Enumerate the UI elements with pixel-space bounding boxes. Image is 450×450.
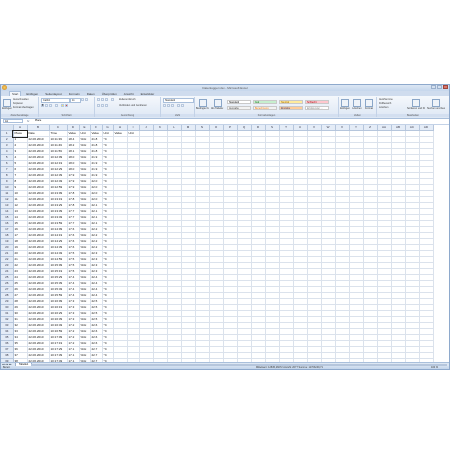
conditional-formatting-label: Bedingte Formatierung [196, 107, 209, 110]
cell-table: A B C D E F G H I J K L M N O P Q R S T U V W X Y Z AA AB AC AD 1 Plac… [1, 125, 434, 362]
conditional-formatting-button[interactable]: Bedingte Formatierung [196, 99, 209, 111]
autosum-button[interactable]: AutoSumme [379, 98, 393, 101]
font-size-select[interactable]: 11 [70, 98, 81, 103]
clipboard-group: Einfügen Ausschneiden Kopieren Format üb… [1, 97, 39, 117]
align-top-icon[interactable] [97, 98, 100, 101]
cells-group: Einfügen Löschen Format Zellen [339, 97, 377, 117]
sort-filter-button[interactable]: Sortieren und Filtern [407, 99, 425, 111]
format-as-table-label: Als Tabelle formatieren [211, 107, 224, 110]
font-group: Calibri 11 F Schriftart [39, 97, 95, 117]
find-select-button[interactable]: Suchen und Auswählen [427, 99, 445, 111]
name-box[interactable]: A1 [3, 119, 23, 123]
merge-center-button[interactable]: Verbinden und zentrieren [119, 104, 147, 107]
format-as-table-icon [213, 99, 222, 107]
format-painter-button[interactable]: Format übertragen [13, 106, 34, 109]
font-name-select[interactable]: Calibri [41, 98, 70, 103]
orientation-icon[interactable] [111, 98, 114, 101]
align-left-icon[interactable] [97, 104, 100, 107]
worksheet-grid[interactable]: A B C D E F G H I J K L M N O P Q R S T U V W X Y Z AA AB AC AD 1 Plac… [1, 125, 449, 362]
increase-decimal-icon[interactable] [177, 104, 180, 107]
align-middle-icon[interactable] [101, 98, 104, 101]
paste-label: Einfügen [2, 107, 12, 110]
clipboard-group-label: Zwischenablage [1, 114, 38, 117]
format-cells-icon [365, 99, 373, 107]
format-cells-label: Format [365, 107, 373, 110]
ribbon: Einfügen Ausschneiden Kopieren Format üb… [1, 96, 449, 119]
window-controls [431, 85, 448, 89]
cell-style-swatch[interactable]: Neutral [279, 100, 303, 104]
delete-cells-button[interactable]: Löschen [352, 99, 362, 111]
editing-group: AutoSumme Füllbereich Löschen Sortieren … [377, 97, 449, 117]
alignment-group-label: Ausrichtung [95, 114, 160, 117]
status-ready: Bereit [3, 366, 10, 369]
percent-icon[interactable] [167, 104, 170, 107]
decrease-decimal-icon[interactable] [181, 104, 184, 107]
delete-cells-label: Löschen [352, 107, 362, 110]
minimize-icon[interactable] [431, 85, 436, 89]
font-color-icon[interactable] [65, 104, 68, 107]
sort-filter-icon [412, 99, 420, 107]
excel-window: Datenlogger.xlsx - Microsoft Excel Start… [0, 84, 450, 370]
sort-filter-label: Sortieren und Filtern [407, 107, 425, 110]
cell-style-swatch[interactable]: Berechnung [253, 106, 277, 110]
close-icon[interactable] [443, 85, 448, 89]
title-bar: Datenlogger.xlsx - Microsoft Excel [1, 85, 449, 91]
underline-icon[interactable] [49, 104, 52, 107]
format-as-table-button[interactable]: Als Tabelle formatieren [211, 99, 224, 111]
cell-style-swatch[interactable]: Gut [253, 100, 277, 104]
wrap-text-button[interactable]: Zeilenumbruch [119, 98, 136, 101]
delete-cells-icon [353, 99, 361, 107]
paste-icon [3, 99, 11, 107]
fx-icon[interactable]: fx [27, 119, 29, 124]
fill-button[interactable]: Füllbereich [379, 102, 391, 105]
number-group-label: Zahl [161, 114, 194, 117]
font-group-label: Schriftart [39, 114, 94, 117]
status-summary: Mittelwert: 12845,28272 Anzahl: 2077 Sum… [256, 366, 323, 369]
fill-color-icon[interactable] [61, 104, 64, 107]
borders-icon[interactable] [55, 104, 58, 107]
thousands-icon[interactable] [171, 104, 174, 107]
cell-style-swatch[interactable]: Erklärender ... [305, 106, 329, 110]
number-group: Standard Zahl [161, 97, 195, 117]
align-bottom-icon[interactable] [105, 98, 108, 101]
cell-style-swatch[interactable]: Standard [227, 100, 251, 104]
cell-style-swatch[interactable]: Ausgabe [227, 106, 251, 110]
styles-group: Bedingte Formatierung Als Tabelle format… [195, 97, 339, 117]
currency-icon[interactable] [163, 104, 166, 107]
zoom-level[interactable]: 100 % [431, 366, 438, 369]
number-format-select[interactable]: Standard [163, 98, 194, 103]
bold-icon[interactable]: F [41, 104, 44, 107]
status-bar: Bereit Mittelwert: 12845,28272 Anzahl: 2… [1, 366, 449, 369]
cut-button[interactable]: Ausschneiden [13, 98, 29, 101]
cell-style-swatch[interactable]: Schlecht [305, 100, 329, 104]
alignment-group: Zeilenumbruch Verbinden und zentrieren A… [95, 97, 161, 117]
shrink-font-icon[interactable] [85, 98, 88, 101]
cell-style-swatch[interactable]: Eingabe [279, 106, 303, 110]
cells-group-label: Zellen [339, 114, 376, 117]
grow-font-icon[interactable] [81, 98, 84, 101]
italic-icon[interactable] [45, 104, 48, 107]
align-right-icon[interactable] [105, 104, 108, 107]
conditional-formatting-icon [198, 99, 207, 107]
find-select-icon [432, 99, 440, 107]
insert-cells-button[interactable]: Einfügen [340, 99, 350, 111]
window-title: Datenlogger.xlsx - Microsoft Excel [202, 86, 248, 90]
formula-input[interactable]: Place [35, 119, 447, 123]
copy-button[interactable]: Kopieren [13, 102, 23, 105]
paste-button[interactable]: Einfügen [2, 99, 12, 111]
editing-group-label: Bearbeiten [377, 114, 449, 117]
styles-group-label: Formatvorlagen [195, 114, 338, 117]
clear-button[interactable]: Löschen [379, 106, 388, 109]
insert-cells-icon [341, 99, 349, 107]
find-select-label: Suchen und Auswählen [427, 107, 445, 110]
insert-cells-label: Einfügen [340, 107, 350, 110]
align-center-icon[interactable] [101, 104, 104, 107]
maximize-icon[interactable] [437, 85, 442, 89]
format-cells-button[interactable]: Format [364, 99, 374, 111]
